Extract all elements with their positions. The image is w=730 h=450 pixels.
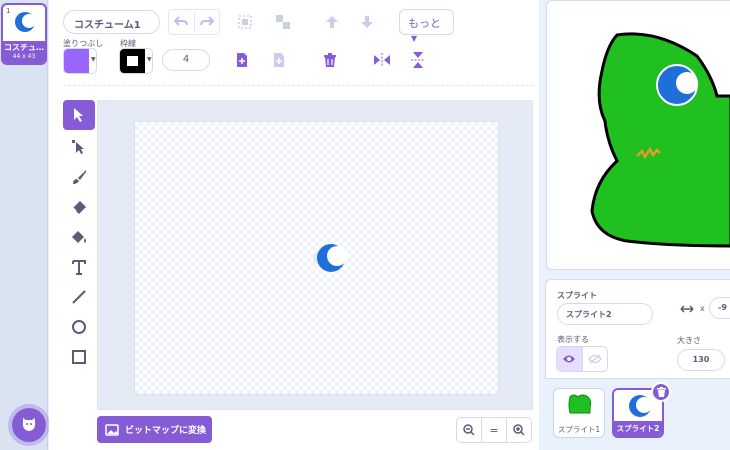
select-tool[interactable]	[63, 100, 95, 130]
zoom-in-icon	[513, 424, 525, 436]
group-icon	[238, 15, 252, 29]
circle-icon	[72, 320, 86, 334]
size-input[interactable]: 130	[677, 349, 725, 371]
delete-sprite-button[interactable]	[651, 382, 671, 402]
sprite-thumbnail	[568, 394, 592, 414]
redo-icon	[199, 16, 214, 26]
costume-tile-1[interactable]: 1 コスチュ… 44 x 43	[1, 3, 47, 65]
more-label: もっと	[408, 17, 441, 30]
x-position-input[interactable]: -9	[709, 297, 730, 319]
convert-bitmap-label: ビットマップに変換	[125, 426, 207, 436]
sprite-name-input[interactable]: スプライト2	[557, 303, 653, 325]
circle-tool[interactable]	[63, 312, 95, 342]
undo-button[interactable]	[169, 10, 194, 34]
sprite-tile-1[interactable]: スプライト1	[553, 388, 605, 438]
copy-icon	[237, 53, 247, 67]
flip-horizontal-icon	[374, 53, 390, 67]
rectangle-tool[interactable]	[63, 342, 95, 372]
image-icon	[105, 423, 119, 436]
more-menu-button[interactable]: もっと ▼	[399, 9, 454, 43]
brush-tool[interactable]	[63, 162, 95, 192]
x-label: x	[700, 304, 705, 313]
zoom-out-button[interactable]	[457, 418, 482, 442]
horizontal-arrows-icon	[680, 305, 694, 313]
outline-width-input[interactable]: 4	[162, 49, 210, 71]
costume-name: コスチュ…	[4, 43, 44, 52]
sprite-thumbnail	[629, 395, 652, 417]
backward-button[interactable]	[355, 10, 379, 34]
stage-sprite-green[interactable]	[547, 1, 730, 270]
tool-palette	[63, 100, 95, 380]
sprite-label: スプライト	[557, 291, 597, 300]
show-button[interactable]	[557, 347, 582, 371]
flip-horizontal-button[interactable]	[370, 48, 394, 72]
zoom-in-button[interactable]	[507, 418, 531, 442]
text-tool[interactable]	[63, 252, 95, 282]
chevron-down-icon: ▼	[91, 56, 96, 63]
paint-bucket-icon	[72, 231, 86, 243]
costume-list: 1 コスチュ… 44 x 43	[0, 0, 48, 450]
redo-button[interactable]	[193, 10, 219, 34]
undo-icon	[174, 16, 189, 26]
chevron-down-icon: ▼	[411, 34, 418, 43]
trash-icon	[324, 53, 336, 67]
chevron-down-icon: ▼	[147, 56, 152, 63]
zoom-out-icon	[463, 424, 475, 436]
eraser-icon	[72, 201, 86, 214]
eye-icon	[563, 355, 576, 363]
paste-button[interactable]	[267, 48, 291, 72]
sprite-name: スプライト1	[557, 425, 601, 434]
outline-color-picker[interactable]: ▼	[119, 48, 153, 74]
choose-costume-button[interactable]	[12, 408, 46, 442]
arrow-up-icon	[326, 16, 338, 28]
trash-icon	[656, 387, 666, 397]
undo-redo-group	[168, 9, 220, 35]
ungroup-icon	[276, 15, 290, 29]
costume-thumbnail	[15, 12, 36, 32]
delete-button[interactable]	[318, 48, 342, 72]
text-icon	[72, 260, 86, 275]
zoom-reset-button[interactable]: =	[482, 418, 507, 442]
paste-icon	[274, 53, 284, 67]
line-icon	[72, 290, 86, 304]
costume-shape[interactable]	[311, 240, 351, 276]
costume-name-input[interactable]: コスチューム1	[63, 10, 160, 34]
copy-button[interactable]	[230, 48, 254, 72]
line-tool[interactable]	[63, 282, 95, 312]
fill-swatch	[64, 49, 89, 73]
cursor-icon	[74, 108, 83, 122]
rectangle-icon	[72, 350, 86, 364]
sprite-list: スプライト1 スプライト2	[545, 381, 730, 450]
stage[interactable]	[546, 0, 730, 270]
brush-icon	[73, 170, 86, 184]
costume-size: 44 x 43	[12, 53, 36, 60]
convert-to-bitmap-button[interactable]: ビットマップに変換	[97, 416, 212, 443]
hide-button[interactable]	[581, 347, 608, 371]
eye-off-icon	[587, 354, 602, 364]
costume-number: 1	[6, 7, 11, 15]
canvas-area[interactable]	[97, 100, 533, 410]
visibility-toggle	[556, 346, 608, 372]
arrow-down-icon	[361, 16, 373, 28]
fill-color-picker[interactable]: ▼	[63, 48, 97, 74]
costume-label: コスチュ… 44 x 43	[3, 41, 45, 63]
reshape-icon	[72, 140, 84, 154]
outline-swatch	[120, 49, 145, 73]
show-label: 表示する	[557, 335, 589, 344]
zoom-controls: =	[456, 417, 532, 443]
drawing-canvas[interactable]	[134, 121, 499, 395]
eraser-tool[interactable]	[63, 192, 95, 222]
cat-icon	[22, 418, 36, 431]
forward-button[interactable]	[320, 10, 344, 34]
size-label: 大きさ	[677, 336, 701, 345]
flip-vertical-button[interactable]	[406, 48, 430, 72]
fill-tool[interactable]	[63, 222, 95, 252]
toolbar-divider	[63, 85, 534, 86]
group-button[interactable]	[233, 10, 257, 34]
ungroup-button[interactable]	[271, 10, 295, 34]
flip-vertical-icon	[411, 52, 425, 68]
sprite-name: スプライト2	[614, 421, 662, 436]
reshape-tool[interactable]	[63, 132, 95, 162]
